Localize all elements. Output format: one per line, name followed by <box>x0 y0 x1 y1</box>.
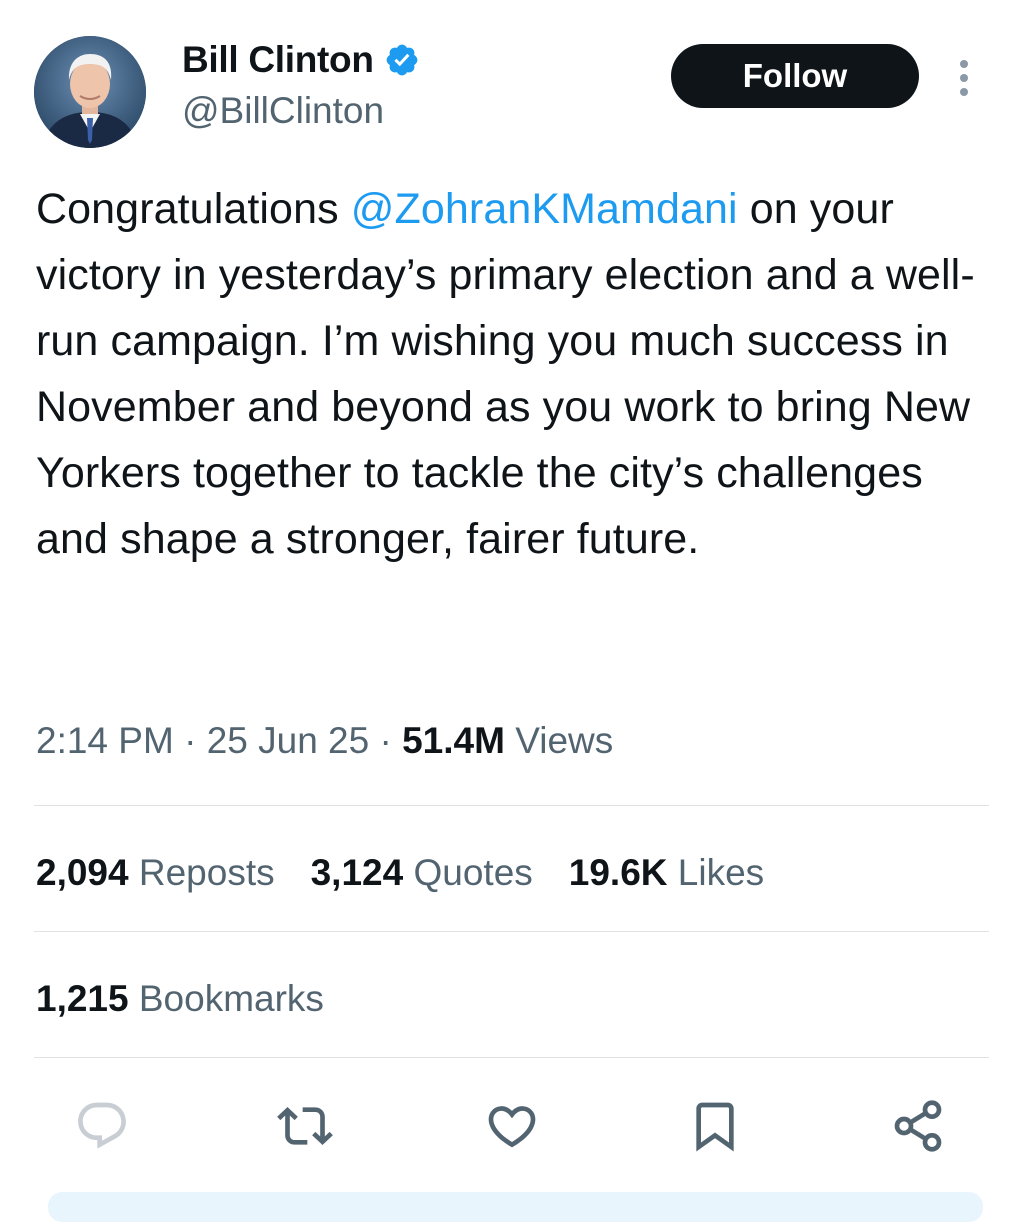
repost-icon <box>277 1107 333 1145</box>
avatar-image <box>34 36 146 148</box>
bookmarks-stat[interactable]: 1,215 Bookmarks <box>36 978 324 1019</box>
tweet-text-body: on your victory in yesterday’s primary e… <box>36 185 975 563</box>
tweet-text-prefix: Congratulations <box>36 185 351 233</box>
quotes-stat[interactable]: 3,124 Quotes <box>311 852 533 893</box>
bookmarks-label: Bookmarks <box>128 978 324 1019</box>
repost-button[interactable] <box>273 1086 337 1166</box>
views-count: 51.4M <box>402 720 505 761</box>
reposts-label: Reposts <box>128 852 275 893</box>
reply-composer-bar[interactable] <box>48 1192 983 1222</box>
likes-label: Likes <box>667 852 765 893</box>
tweet-text: Congratulations @ZohranKMamdani on your … <box>36 176 996 572</box>
heart-icon <box>488 1106 536 1148</box>
tweet-meta: 2:14 PM · 25 Jun 25 · 51.4M Views <box>36 720 613 762</box>
divider <box>34 931 989 932</box>
divider <box>34 1057 989 1058</box>
bookmarks-stats: 1,215 Bookmarks <box>36 978 360 1020</box>
like-button[interactable] <box>480 1086 544 1166</box>
bookmark-icon <box>696 1102 734 1152</box>
tweet-time[interactable]: 2:14 PM <box>36 720 174 761</box>
divider <box>34 805 989 806</box>
likes-count: 19.6K <box>568 852 668 893</box>
bookmark-button[interactable] <box>683 1086 747 1166</box>
tweet-date[interactable]: 25 Jun 25 <box>207 720 370 761</box>
reposts-stat[interactable]: 2,094 Reposts <box>36 852 275 893</box>
more-vertical-icon[interactable] <box>954 58 974 98</box>
avatar[interactable] <box>34 36 146 148</box>
reply-button[interactable] <box>70 1086 134 1166</box>
share-icon <box>894 1100 942 1152</box>
name-row: Bill Clinton <box>182 38 420 82</box>
reply-icon <box>78 1102 126 1149</box>
verified-badge-icon <box>384 42 420 78</box>
views-label: Views <box>504 720 614 761</box>
quotes-count: 3,124 <box>310 852 404 893</box>
author-info: Bill Clinton @BillClinton <box>182 38 420 132</box>
share-button[interactable] <box>886 1086 950 1166</box>
engagement-stats: 2,094 Reposts 3,124 Quotes 19.6K Likes <box>36 852 800 894</box>
bookmarks-count: 1,215 <box>36 978 129 1019</box>
meta-separator: · <box>173 720 207 761</box>
meta-separator-2: · <box>369 720 403 761</box>
tweet-header: Bill Clinton @BillClinton Follow <box>34 36 993 148</box>
author-handle[interactable]: @BillClinton <box>182 90 420 132</box>
follow-button[interactable]: Follow <box>671 44 919 108</box>
tweet-actions <box>0 1086 1023 1166</box>
reposts-count: 2,094 <box>36 852 129 893</box>
quotes-label: Quotes <box>403 852 533 893</box>
display-name[interactable]: Bill Clinton <box>182 39 374 81</box>
mention-link[interactable]: @ZohranKMamdani <box>351 185 738 233</box>
likes-stat[interactable]: 19.6K Likes <box>569 852 764 893</box>
